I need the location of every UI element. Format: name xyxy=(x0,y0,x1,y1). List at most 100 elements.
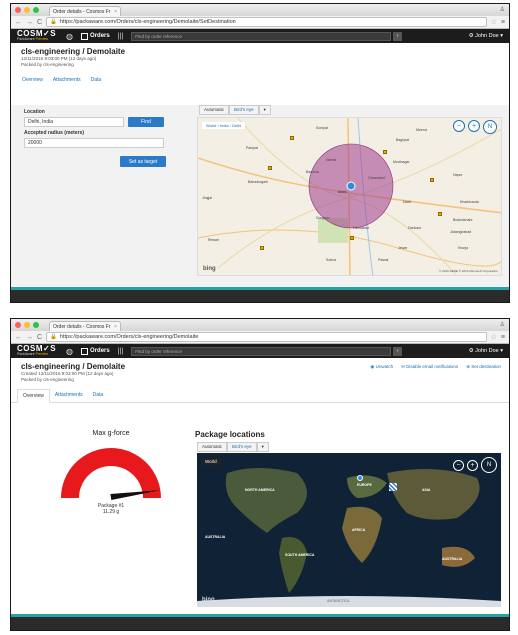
reload-icon[interactable]: C xyxy=(37,19,42,26)
map-mode-birds-eye[interactable]: Bird's eye xyxy=(229,105,259,115)
tab-overview[interactable]: Overview xyxy=(17,74,48,86)
browser-tab[interactable]: Order details - Cosmos Fr × xyxy=(49,6,121,16)
address-bar-row: ← → C 🔒 https://packaware.com/Orders/cls-… xyxy=(11,16,509,29)
url-field[interactable]: 🔒 https://packaware.com/Orders/cls-engine… xyxy=(46,17,487,27)
tab-close-icon[interactable]: × xyxy=(114,9,117,15)
order-tabs: Overview Attachments Data xyxy=(11,74,509,86)
user-menu[interactable]: ⚙ John Doe ▾ xyxy=(469,348,503,354)
order-search-input[interactable]: Find by order reference xyxy=(131,346,392,356)
close-window-button[interactable] xyxy=(15,7,21,13)
zoom-in-button[interactable]: + xyxy=(467,459,478,471)
place-label: Gurgaon xyxy=(316,216,330,220)
map-mode-automatic[interactable]: Automatic xyxy=(199,105,230,115)
back-icon[interactable]: ← xyxy=(15,19,22,26)
lock-icon: 🔒 xyxy=(50,19,57,25)
zoom-out-button[interactable]: − xyxy=(453,120,465,132)
search-go-button[interactable]: › xyxy=(393,31,403,41)
set-as-target-button[interactable]: Set as target xyxy=(120,156,166,167)
maximize-window-button[interactable] xyxy=(33,322,39,328)
map-mode-switch: Automatic Bird's eye ▾ xyxy=(197,442,269,452)
tab-attachments[interactable]: Attachments xyxy=(48,74,86,86)
map-zoom-controls: − + N xyxy=(453,120,497,134)
bookmark-star-icon[interactable]: ☆ xyxy=(491,18,497,26)
tab-data[interactable]: Data xyxy=(88,389,109,402)
zoom-out-button[interactable]: − xyxy=(453,459,464,471)
teal-footer-bar xyxy=(11,287,509,290)
minimize-window-button[interactable] xyxy=(24,7,30,13)
highway-shield-icon xyxy=(438,212,442,216)
barcode-icon[interactable]: ||| xyxy=(118,33,123,40)
map-mode-automatic[interactable]: Automatic xyxy=(197,442,228,452)
radius-label: Accepted radius (meters) xyxy=(24,130,85,136)
order-header: cls-engineering / Demolaite 12/11/2016 8… xyxy=(11,43,509,68)
order-actions: ◉ Unwatch ✉ Disable email notifications … xyxy=(370,364,501,370)
menu-icon[interactable]: ≡ xyxy=(501,334,505,341)
world-map[interactable]: NORTH AMERICA EUROPE ASIA AFRICA SOUTH A… xyxy=(197,453,501,607)
place-label: Narela xyxy=(326,158,337,162)
search-placeholder: Find by order reference xyxy=(135,348,182,354)
bookmark-star-icon[interactable]: ☆ xyxy=(491,333,497,341)
barcode-icon[interactable]: ||| xyxy=(118,348,123,355)
title-bar: Order details - Cosmos Fr × ♙ xyxy=(11,4,509,16)
user-menu[interactable]: ⚙ John Doe ▾ xyxy=(469,33,503,39)
highway-shield-icon xyxy=(260,246,264,250)
radius-input[interactable]: 20000 xyxy=(24,138,164,148)
set-destination-link[interactable]: ⊕ Set destination xyxy=(466,364,501,370)
globe-icon[interactable]: ◍ xyxy=(66,32,73,41)
place-label: Palwal xyxy=(378,258,389,262)
order-header: cls-engineering / Demolaite Created 12/1… xyxy=(11,358,509,383)
map-world-breadcrumb[interactable]: World xyxy=(201,458,221,465)
order-search-input[interactable]: Find by order reference xyxy=(131,31,392,41)
url-field[interactable]: 🔒 https://packaware.com/Orders/cls-engine… xyxy=(46,332,487,342)
page-title: cls-engineering / Demolaite xyxy=(21,47,126,56)
lock-icon: 🔒 xyxy=(50,334,57,340)
cosmos-logo[interactable]: COSM✓S PackAware Preview xyxy=(17,30,56,42)
destination-checkered-flag-icon[interactable] xyxy=(389,483,397,491)
map-mode-more[interactable]: ▾ xyxy=(258,105,271,115)
place-label: Dadri xyxy=(403,200,412,204)
page-content: cls-engineering / Demolaite Created 12/1… xyxy=(11,358,509,614)
user-icon[interactable]: ♙ xyxy=(500,6,505,13)
place-label: Rewari xyxy=(208,238,219,242)
orders-label: Orders xyxy=(90,348,110,354)
tab-attachments[interactable]: Attachments xyxy=(50,389,88,402)
unwatch-link[interactable]: ◉ Unwatch xyxy=(370,364,393,370)
package-location-marker[interactable] xyxy=(357,475,363,481)
search-go-button[interactable]: › xyxy=(393,346,403,356)
globe-icon[interactable]: ◍ xyxy=(66,347,73,356)
maximize-window-button[interactable] xyxy=(33,7,39,13)
compass-button[interactable]: N xyxy=(481,457,497,473)
map-mode-more[interactable]: ▾ xyxy=(256,442,269,452)
map-mode-switch: Automatic Bird's eye ▾ xyxy=(199,105,271,115)
forward-icon[interactable]: → xyxy=(26,19,33,26)
map-zoom-controls: − + N xyxy=(453,457,497,473)
tab-data[interactable]: Data xyxy=(86,74,107,86)
browser-tab[interactable]: Order details - Cosmos Fr × xyxy=(49,321,121,331)
find-button[interactable]: Find xyxy=(128,117,164,127)
forward-icon[interactable]: → xyxy=(26,334,33,341)
menu-icon[interactable]: ≡ xyxy=(501,19,505,26)
tab-close-icon[interactable]: × xyxy=(114,324,117,330)
minimize-window-button[interactable] xyxy=(24,322,30,328)
back-icon[interactable]: ← xyxy=(15,334,22,341)
map-breadcrumb[interactable]: World › India › Delhi xyxy=(202,122,246,129)
compass-button[interactable]: N xyxy=(483,120,497,134)
continent-label: AUSTRALIA xyxy=(442,557,463,561)
disable-email-label: Disable email notifications xyxy=(406,364,459,369)
orders-icon xyxy=(81,347,89,355)
orders-button[interactable]: Orders xyxy=(81,347,110,355)
orders-button[interactable]: Orders xyxy=(81,32,110,40)
logo-sub-text: PackAware xyxy=(17,352,35,357)
user-icon[interactable]: ♙ xyxy=(500,321,505,328)
cosmos-logo[interactable]: COSM✓S PackAware Preview xyxy=(17,345,56,357)
location-input[interactable]: Delhi, India xyxy=(24,117,124,127)
disable-email-link[interactable]: ✉ Disable email notifications xyxy=(401,364,458,370)
zoom-in-button[interactable]: + xyxy=(468,120,480,132)
tab-overview[interactable]: Overview xyxy=(17,388,50,403)
road-map[interactable]: World › India › Delhi − + N Sonipat Bagh… xyxy=(197,117,502,276)
map-mode-birds-eye[interactable]: Bird's eye xyxy=(227,442,257,452)
place-label: Jahangirabad xyxy=(450,230,472,234)
close-window-button[interactable] xyxy=(15,322,21,328)
reload-icon[interactable]: C xyxy=(37,334,42,341)
gforce-title: Max g-force xyxy=(92,430,130,437)
